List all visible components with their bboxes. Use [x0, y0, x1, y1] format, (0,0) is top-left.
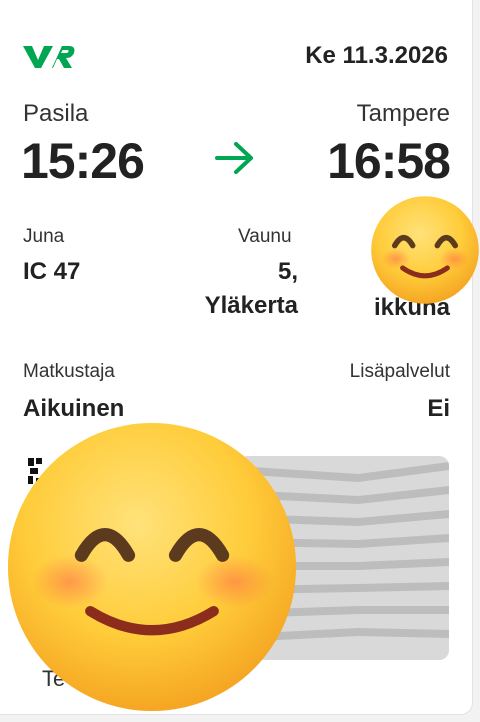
departure-time: 15:26: [21, 133, 145, 189]
arrow-right-icon: [215, 142, 253, 174]
car-value-line2: Yläkerta: [204, 292, 298, 319]
car-value-line1: 5,: [277, 258, 298, 285]
smiling-face-emoji: [371, 196, 479, 304]
arrival-time: 16:58: [327, 133, 451, 189]
extras-value: Ei: [427, 395, 450, 422]
train-label: Juna: [23, 226, 65, 247]
departure-station: Pasila: [23, 100, 89, 127]
train-value: IC 47: [23, 258, 81, 285]
travel-date: Ke 11.3.2026: [305, 42, 448, 69]
vr-logo: [23, 46, 75, 68]
arrival-station: Tampere: [356, 100, 450, 127]
smiling-face-emoji: [7, 422, 297, 712]
passenger-label: Matkustaja: [23, 361, 115, 382]
car-label: Vaunu: [238, 226, 292, 247]
extras-label: Lisäpalvelut: [349, 361, 450, 382]
